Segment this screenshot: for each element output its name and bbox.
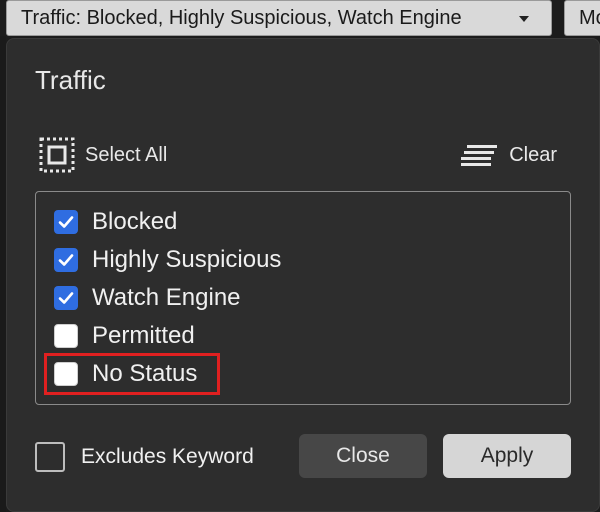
excludes-keyword-label: Excludes Keyword [81, 445, 254, 468]
popover-title: Traffic [35, 65, 106, 95]
option-label: Blocked [92, 208, 178, 235]
highlight-box [44, 353, 220, 395]
checkbox-checked-icon[interactable] [54, 210, 78, 234]
option-highly-suspicious[interactable]: Highly Suspicious [54, 244, 281, 276]
next-filter-label: Mo [579, 7, 600, 29]
option-label: Highly Suspicious [92, 246, 282, 273]
clear-icon [461, 145, 498, 166]
traffic-filter-dropdown[interactable]: Traffic: Blocked, Highly Suspicious, Wat… [6, 0, 552, 36]
option-watch-engine[interactable]: Watch Engine [54, 282, 241, 314]
clear-button[interactable]: Clear [461, 139, 557, 171]
checkbox-unchecked-icon[interactable] [35, 442, 65, 472]
checkbox-checked-icon[interactable] [54, 286, 78, 310]
traffic-filter-popover: Traffic Select All Clear Blocked Highly [6, 38, 600, 512]
checkbox-unchecked-icon[interactable] [54, 324, 78, 348]
option-label: Watch Engine [92, 284, 241, 311]
select-all-button[interactable]: Select All [39, 137, 167, 173]
option-permitted[interactable]: Permitted [54, 320, 195, 352]
chevron-down-icon [519, 16, 529, 22]
clear-label: Clear [509, 143, 557, 166]
option-label: Permitted [92, 322, 195, 349]
select-all-label: Select All [85, 143, 168, 166]
option-blocked[interactable]: Blocked [54, 206, 177, 238]
select-all-icon [39, 137, 75, 173]
traffic-filter-label: Traffic: Blocked, Highly Suspicious, Wat… [21, 7, 462, 29]
excludes-keyword-checkbox[interactable]: Excludes Keyword [35, 441, 254, 473]
close-button[interactable]: Close [299, 434, 427, 478]
apply-button[interactable]: Apply [443, 434, 571, 478]
traffic-options-list: Blocked Highly Suspicious Watch Engine P… [35, 191, 571, 405]
checkbox-checked-icon[interactable] [54, 248, 78, 272]
next-filter-dropdown[interactable]: Mo [564, 0, 600, 36]
